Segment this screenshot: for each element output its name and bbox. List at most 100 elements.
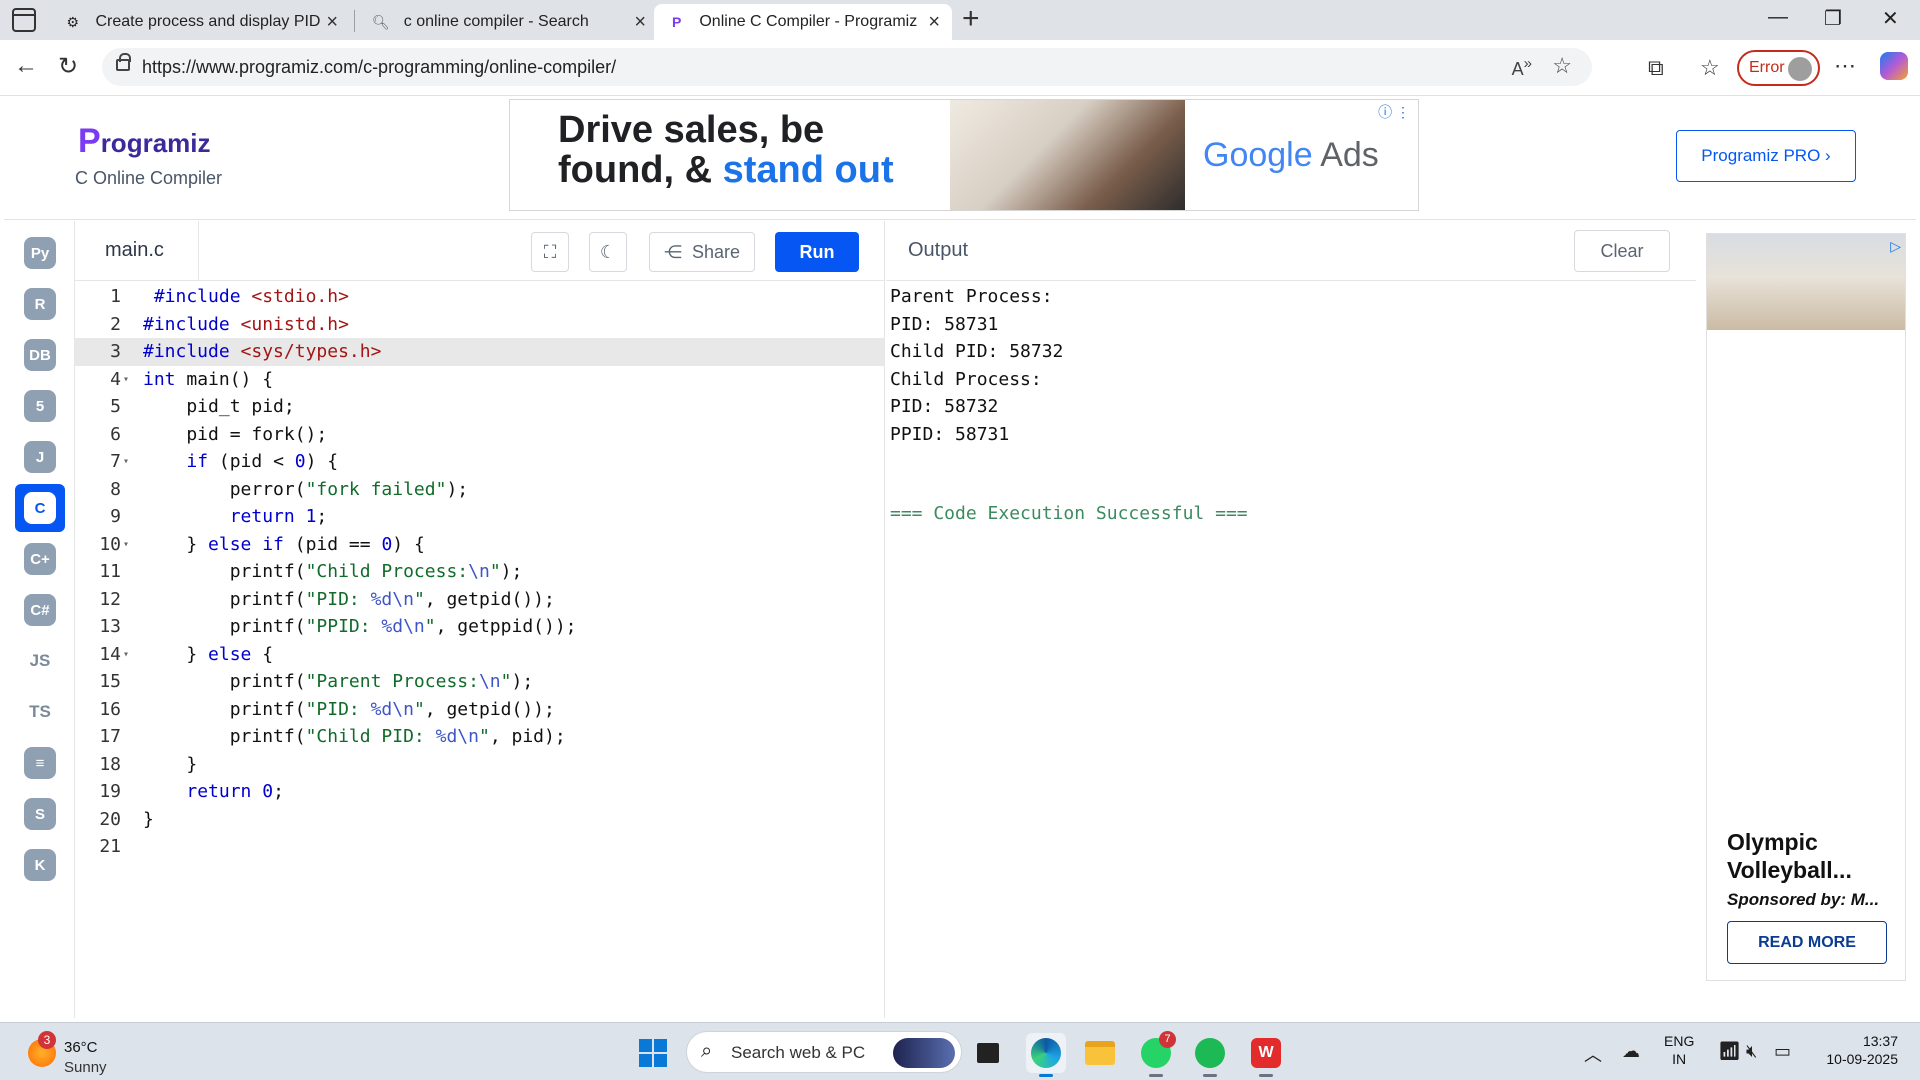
read-aloud-icon[interactable]: A»	[1512, 55, 1532, 80]
code-line[interactable]: 5 pid_t pid;	[75, 393, 885, 421]
more-menu-icon[interactable]: ⋯	[1834, 53, 1856, 79]
favorite-star-icon[interactable]: ☆	[1552, 53, 1572, 79]
edge-icon[interactable]	[1026, 1033, 1066, 1077]
clear-button[interactable]: Clear	[1574, 230, 1670, 272]
input-language[interactable]: ENG IN	[1664, 1032, 1694, 1068]
fold-toggle-icon[interactable]: ▾	[123, 531, 129, 559]
output-toolbar: Output Clear	[886, 221, 1696, 281]
code-line[interactable]: 17 printf("Child PID: %d\n", pid);	[75, 723, 885, 751]
code-line[interactable]: 19 return 0;	[75, 778, 885, 806]
code-line[interactable]: 20}	[75, 806, 885, 834]
code-line[interactable]: 14 ▾ } else {	[75, 641, 885, 669]
whatsapp-badge: 7	[1159, 1031, 1176, 1048]
output-panel: Output Clear Parent Process: PID: 58731 …	[886, 221, 1696, 1018]
restore-icon[interactable]: ❐	[1824, 6, 1842, 31]
output-text[interactable]: Parent Process: PID: 58731 Child PID: 58…	[890, 283, 1063, 448]
editor-toolbar: main.c ⛶ ☾ ⋲ Share Run	[75, 221, 885, 281]
typescript-icon[interactable]: TS	[15, 688, 65, 736]
tab-actions-icon[interactable]	[12, 8, 36, 32]
ad-photo	[950, 100, 1185, 210]
code-line[interactable]: 11 printf("Child Process:\n");	[75, 558, 885, 586]
favorites-icon[interactable]: ☆	[1700, 55, 1720, 81]
code-line[interactable]: 9 return 1;	[75, 503, 885, 531]
code-line[interactable]: 13 printf("PPID: %d\n", getppid());	[75, 613, 885, 641]
url-field[interactable]: https://www.programiz.com/c-programming/…	[102, 48, 1592, 86]
html-icon[interactable]: 5	[15, 382, 65, 430]
new-tab-button[interactable]: +	[962, 2, 980, 36]
spotify-icon[interactable]	[1190, 1033, 1230, 1077]
ad-choices-icon[interactable]: ▷	[1890, 238, 1901, 255]
minimize-icon[interactable]: —	[1768, 6, 1788, 29]
close-icon[interactable]: ×	[634, 11, 646, 34]
kotlin-icon[interactable]: K	[15, 841, 65, 889]
code-line[interactable]: 1 #include <stdio.h>	[75, 283, 885, 311]
read-more-button[interactable]: READ MORE	[1727, 921, 1887, 964]
python-icon[interactable]: Py	[15, 229, 65, 277]
volume-muted-icon[interactable]: 🔇︎	[1746, 1041, 1757, 1062]
tab-search[interactable]: 🔍︎ c online compiler - Search ×	[358, 4, 658, 40]
fullscreen-icon[interactable]: ⛶	[531, 232, 569, 272]
code-line[interactable]: 6 pid = fork();	[75, 421, 885, 449]
tab-title: Online C Compiler - Programiz	[699, 13, 918, 30]
refresh-icon[interactable]: ↻	[58, 52, 78, 81]
sql-icon[interactable]: DB	[15, 331, 65, 379]
top-ad-banner[interactable]: Drive sales, be found, & stand out Googl…	[509, 99, 1419, 211]
code-line[interactable]: 3 #include <sys/types.h>	[75, 338, 885, 366]
code-line[interactable]: 21	[75, 833, 885, 861]
share-button[interactable]: ⋲ Share	[649, 232, 755, 272]
code-line[interactable]: 2 #include <unistd.h>	[75, 311, 885, 339]
programiz-pro-button[interactable]: Programiz PRO ›	[1676, 130, 1856, 182]
csharp-icon[interactable]: C#	[15, 586, 65, 634]
code-line[interactable]: 15 printf("Parent Process:\n");	[75, 668, 885, 696]
fold-toggle-icon[interactable]: ▾	[123, 366, 129, 394]
swift-icon[interactable]: S	[15, 790, 65, 838]
language-code: ENG	[1664, 1033, 1695, 1049]
file-explorer-icon[interactable]	[1080, 1033, 1120, 1073]
code-line[interactable]: 7 ▾ if (pid < 0) {	[75, 448, 885, 476]
c-icon[interactable]: C	[15, 484, 65, 532]
code-line[interactable]: 4 ▾ int main() {	[75, 366, 885, 394]
code-line[interactable]: 16 printf("PID: %d\n", getpid());	[75, 696, 885, 724]
javascript-icon[interactable]: JS	[15, 637, 65, 685]
tab-create-process[interactable]: ⚙ Create process and display PID ×	[50, 4, 350, 40]
whatsapp-icon[interactable]: 7	[1136, 1031, 1176, 1077]
back-icon[interactable]: ←	[14, 52, 38, 80]
tab-programiz[interactable]: P Online C Compiler - Programiz ×	[654, 4, 952, 40]
dark-mode-icon[interactable]: ☾	[589, 232, 627, 272]
extensions-icon[interactable]: ⧉	[1648, 55, 1664, 81]
windows-start-icon[interactable]	[639, 1039, 667, 1067]
code-line[interactable]: 18 }	[75, 751, 885, 779]
cpp-icon[interactable]: C+	[15, 535, 65, 583]
chevron-up-icon[interactable]: ︿	[1584, 1041, 1602, 1067]
fold-toggle-icon[interactable]: ▾	[123, 448, 129, 476]
google-ads-logo: Google Ads	[1203, 136, 1379, 175]
code-text: }	[143, 808, 154, 830]
close-icon[interactable]: ×	[928, 11, 940, 34]
r-icon[interactable]: R	[15, 280, 65, 328]
ad-info-icon[interactable]: ⓘ ⋮	[1378, 102, 1410, 122]
onedrive-offline-icon[interactable]: ☁	[1622, 1041, 1640, 1062]
file-tab[interactable]: main.c	[75, 221, 199, 281]
fold-toggle-icon[interactable]: ▾	[123, 641, 129, 669]
javascript-label: JS	[29, 651, 51, 670]
java-icon[interactable]: J	[15, 433, 65, 481]
go-icon[interactable]: ≡	[15, 739, 65, 787]
code-line[interactable]: 8 perror("fork failed");	[75, 476, 885, 504]
wifi-icon[interactable]: 📶︎	[1718, 1041, 1741, 1062]
close-window-icon[interactable]: ✕	[1882, 6, 1899, 31]
run-button[interactable]: Run	[775, 232, 859, 272]
code-area[interactable]: 1 #include <stdio.h> 2 #include <unistd.h>…	[75, 283, 885, 861]
programiz-logo[interactable]: Programiz	[78, 122, 211, 161]
close-icon[interactable]: ×	[326, 11, 338, 34]
task-view-icon[interactable]	[968, 1033, 1008, 1073]
side-ad[interactable]: ▷ Olympic Volleyball... Sponsored by: M.…	[1706, 233, 1906, 981]
line-number: 12	[99, 588, 121, 610]
system-clock[interactable]: 13:37 10-09-2025	[1818, 1032, 1898, 1068]
profile-error-button[interactable]: Error	[1737, 50, 1820, 86]
code-line[interactable]: 12 printf("PID: %d\n", getpid());	[75, 586, 885, 614]
copilot-icon[interactable]	[1880, 52, 1908, 80]
wps-office-icon[interactable]: W	[1246, 1033, 1286, 1077]
battery-icon[interactable]: ▭	[1774, 1041, 1791, 1062]
taskbar-search[interactable]: ⌕ Search web & PC	[686, 1031, 962, 1073]
code-line[interactable]: 10 ▾ } else if (pid == 0) {	[75, 531, 885, 559]
